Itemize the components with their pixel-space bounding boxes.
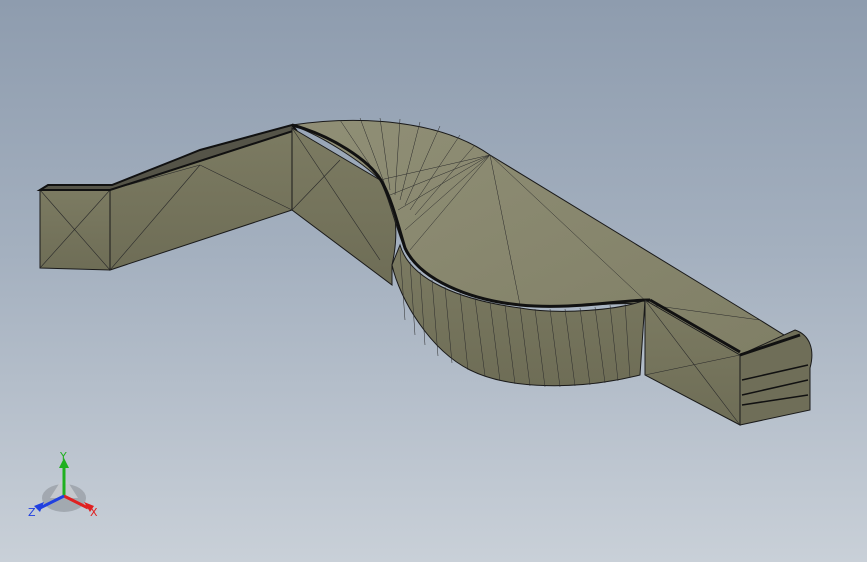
graphics-viewport[interactable]: Y X Z <box>0 0 867 562</box>
view-orientation-triad[interactable]: Y X Z <box>22 446 106 530</box>
3d-model-part[interactable] <box>0 0 867 562</box>
x-axis-label: X <box>90 506 98 519</box>
z-axis-label: Z <box>28 506 36 519</box>
y-axis-label: Y <box>59 450 67 463</box>
